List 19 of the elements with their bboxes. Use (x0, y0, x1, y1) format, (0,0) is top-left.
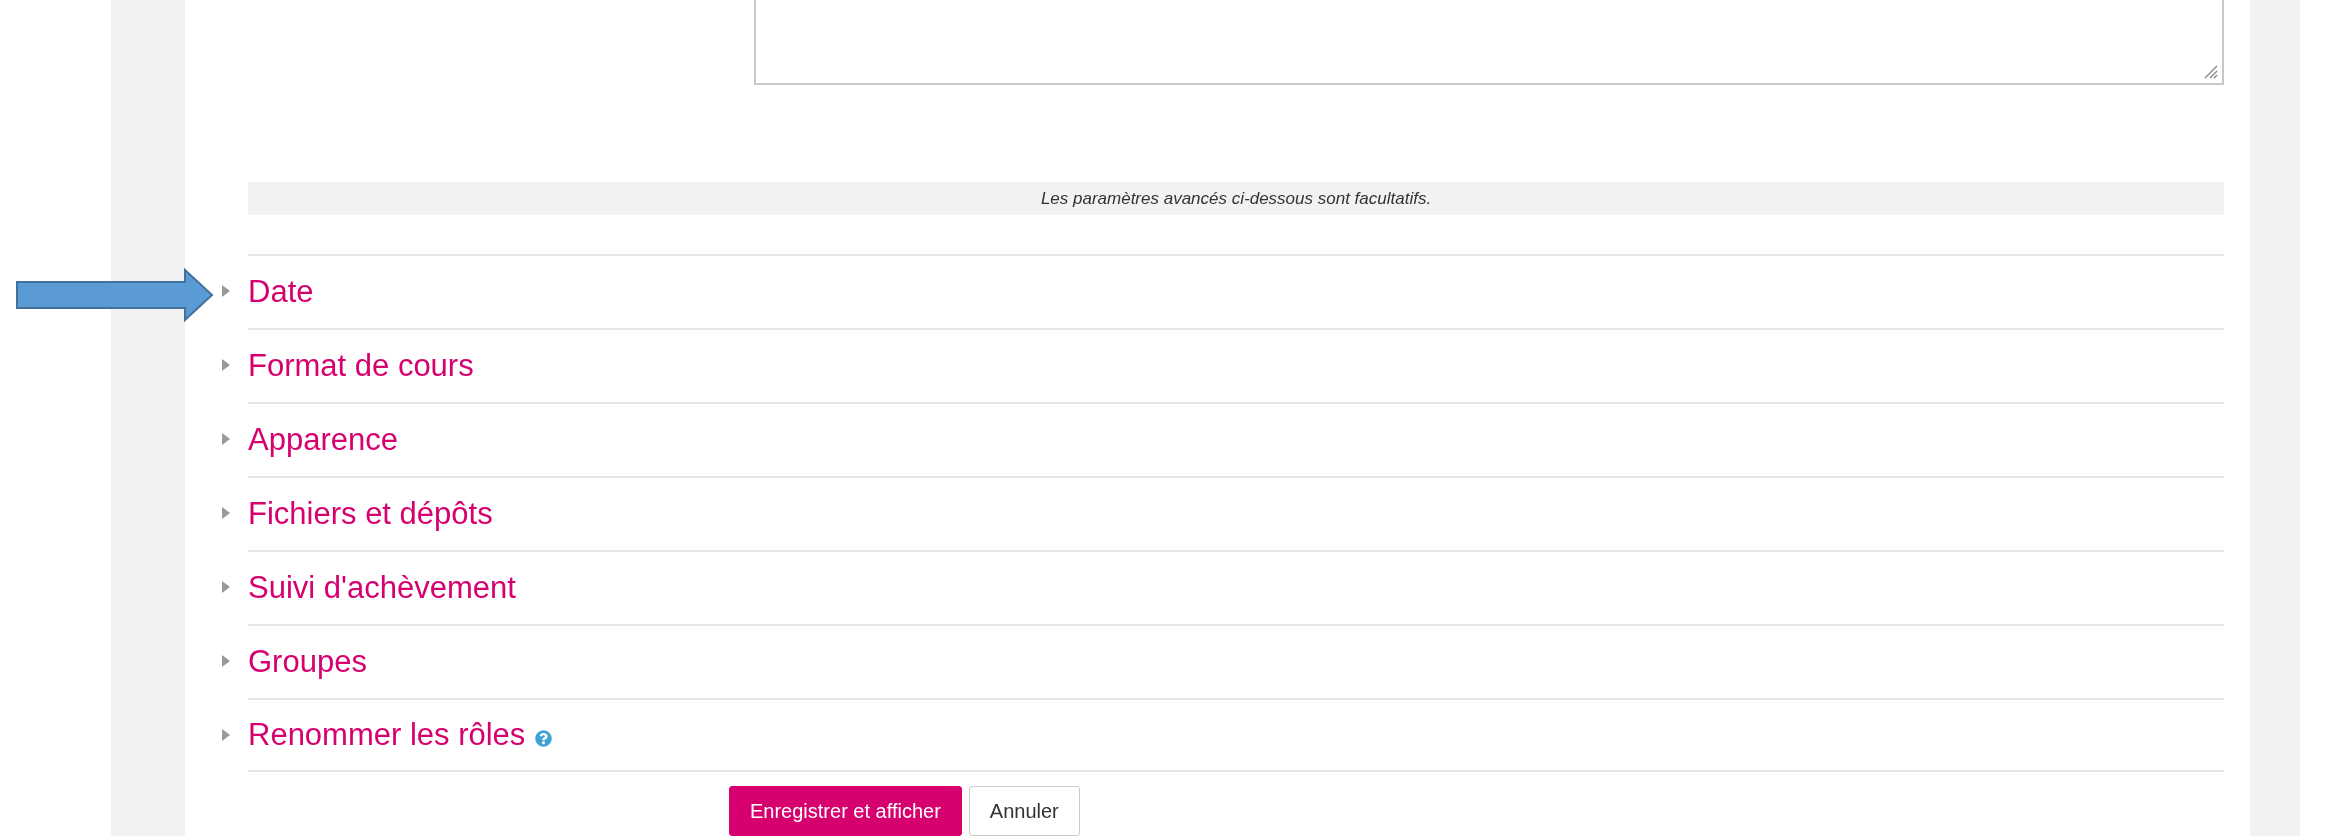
caret-icon[interactable] (220, 432, 232, 446)
section-link[interactable]: Fichiers et dépôts (248, 496, 493, 532)
caret-icon[interactable] (220, 358, 232, 372)
save-button[interactable]: Enregistrer et afficher (729, 786, 962, 836)
section-link[interactable]: Renommer les rôles (248, 717, 526, 753)
caret-icon[interactable] (220, 728, 232, 742)
notice-text: Les paramètres avancés ci-dessous sont facultatifs. (248, 182, 2224, 215)
caret-icon[interactable] (220, 284, 232, 298)
help-icon[interactable] (535, 729, 553, 747)
cancel-button[interactable]: Annuler (968, 786, 1080, 836)
section-link[interactable]: Date (248, 274, 314, 310)
section-link[interactable]: Format de cours (248, 348, 474, 384)
caret-icon[interactable] (220, 654, 232, 668)
section-link[interactable]: Apparence (248, 422, 398, 458)
section-link[interactable]: Groupes (248, 644, 367, 680)
text-area[interactable] (754, 0, 2224, 85)
caret-icon[interactable] (220, 506, 232, 520)
caret-icon[interactable] (220, 580, 232, 594)
section-link[interactable]: Suivi d'achèvement (248, 570, 516, 606)
